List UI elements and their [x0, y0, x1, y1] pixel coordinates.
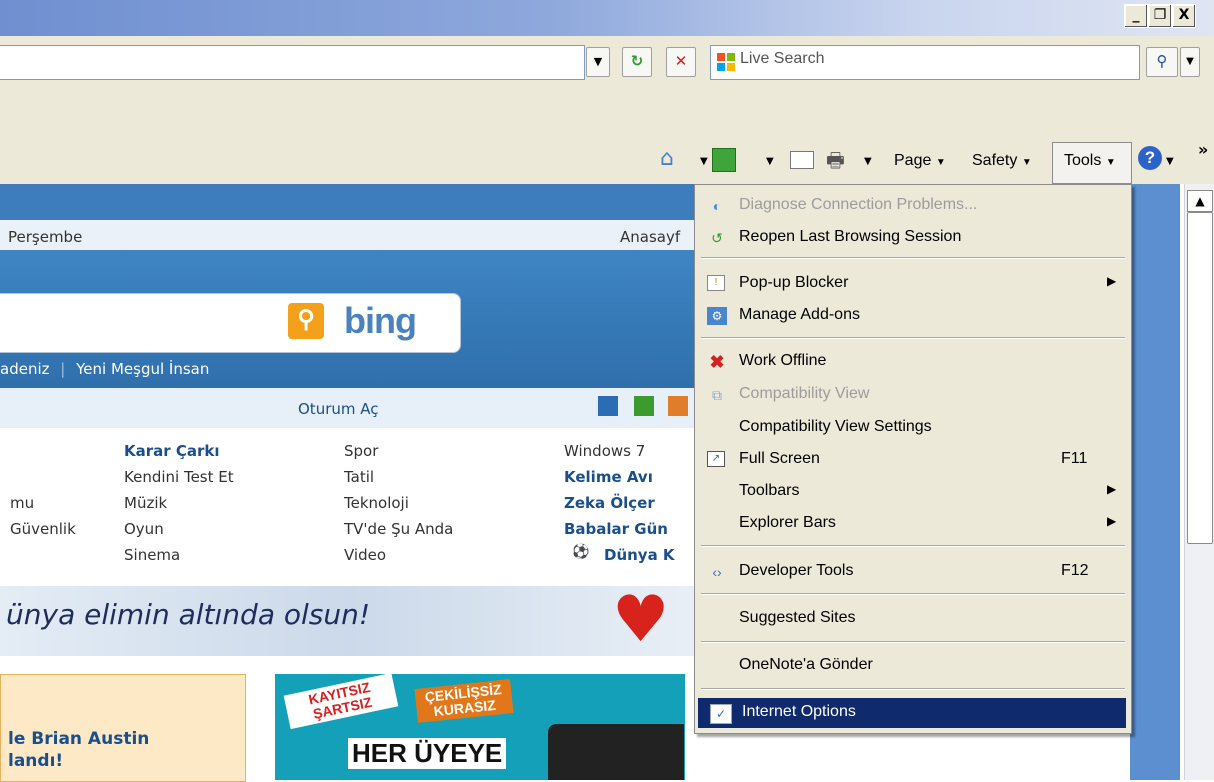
- tools-menu: ◐ Diagnose Connection Problems... ↺ Reop…: [694, 184, 1132, 734]
- menu-item-work-offline[interactable]: ✖ Work Offline: [695, 347, 1129, 377]
- scroll-up-arrow-icon[interactable]: ▲: [1187, 190, 1213, 212]
- reopen-icon: ↺: [711, 230, 723, 246]
- category-link[interactable]: Sinema: [124, 546, 180, 564]
- windows-logo-icon: [716, 52, 736, 72]
- feeds-icon[interactable]: [712, 148, 736, 172]
- stop-icon[interactable]: ✕: [666, 47, 696, 77]
- home-icon[interactable]: ⌂: [660, 146, 688, 172]
- category-link[interactable]: Teknoloji: [344, 494, 409, 512]
- address-input[interactable]: [0, 45, 585, 80]
- refresh-icon[interactable]: ↻: [622, 47, 652, 77]
- menu-item-compatibility-settings[interactable]: Compatibility View Settings: [695, 413, 1129, 443]
- menu-item-compatibility-view: ⧉ Compatibility View: [695, 380, 1129, 410]
- print-icon[interactable]: 🖶: [826, 146, 852, 172]
- submenu-arrow-icon: ▶: [1107, 514, 1117, 528]
- menu-item-internet-options[interactable]: ✓ Internet Options: [698, 698, 1126, 728]
- theme-square-orange[interactable]: [668, 396, 688, 416]
- close-button[interactable]: X: [1172, 4, 1196, 28]
- bing-logo: bing: [344, 300, 417, 341]
- football-icon: ⚽: [572, 544, 590, 560]
- devtools-icon: ‹›: [712, 564, 722, 580]
- menu-item-onenote[interactable]: OneNote'a Gönder: [695, 651, 1129, 681]
- page-right-background: [1130, 184, 1180, 780]
- menu-item-manage-addons[interactable]: ⚙ Manage Add-ons: [695, 301, 1129, 331]
- category-link[interactable]: Müzik: [124, 494, 167, 512]
- help-dropdown-arrow[interactable]: ▼: [1166, 156, 1174, 167]
- ad-headline: HER ÜYEYE: [348, 738, 507, 769]
- minimize-button[interactable]: _: [1124, 4, 1148, 28]
- menu-item-diagnose: ◐ Diagnose Connection Problems...: [695, 191, 1129, 221]
- date-row: [0, 220, 700, 251]
- search-options-button[interactable]: ▼: [1180, 47, 1200, 77]
- sub-navigation: adeniz | Yeni Meşgul İnsan: [0, 360, 210, 378]
- address-dropdown-button[interactable]: ▼: [586, 47, 610, 77]
- search-placeholder: Live Search: [740, 50, 825, 67]
- title-bar: [0, 0, 1214, 36]
- category-link[interactable]: Kendini Test Et: [124, 468, 234, 486]
- menu-item-toolbars[interactable]: Toolbars ▶: [695, 477, 1129, 507]
- category-link[interactable]: Video: [344, 546, 386, 564]
- category-link[interactable]: Güvenlik: [10, 520, 76, 538]
- search-button-icon[interactable]: ⚲: [1146, 47, 1178, 77]
- popup-blocker-icon: !: [707, 275, 725, 291]
- login-link[interactable]: Oturum Aç: [298, 400, 379, 418]
- submenu-arrow-icon: ▶: [1107, 482, 1117, 496]
- news-headline[interactable]: le Brian Austin landı!: [8, 728, 149, 772]
- scrollbar-thumb[interactable]: [1187, 212, 1213, 544]
- tools-menu-label: Tools ▼: [1064, 152, 1116, 169]
- internet-options-icon: ✓: [710, 704, 732, 724]
- category-link[interactable]: Zeka Ölçer: [564, 494, 655, 512]
- home-dropdown-arrow[interactable]: ▼: [700, 156, 708, 167]
- category-link[interactable]: Tatil: [344, 468, 374, 486]
- category-link[interactable]: Spor: [344, 442, 378, 460]
- restore-button[interactable]: ❐: [1148, 4, 1172, 28]
- menu-item-suggested-sites[interactable]: Suggested Sites: [695, 604, 1129, 634]
- banner-text: ünya elimin altında olsun!: [6, 598, 371, 631]
- theme-square-green[interactable]: [634, 396, 654, 416]
- menu-item-reopen-session[interactable]: ↺ Reopen Last Browsing Session: [695, 223, 1129, 253]
- compat-view-icon: ⧉: [712, 387, 722, 403]
- category-link[interactable]: Kelime Avı: [564, 468, 653, 486]
- subnav-link[interactable]: Yeni Meşgul İnsan: [76, 360, 209, 378]
- category-link[interactable]: Karar Çarkı: [124, 442, 220, 460]
- diagnose-icon: ◐: [712, 198, 722, 214]
- category-link[interactable]: Windows 7: [564, 442, 645, 460]
- addons-icon: ⚙: [707, 307, 727, 325]
- subnav-link[interactable]: adeniz: [0, 360, 50, 378]
- command-bar: [0, 92, 1214, 184]
- fullscreen-icon: ↗: [707, 451, 725, 467]
- home-link[interactable]: Anasayf: [620, 228, 680, 246]
- category-link[interactable]: Oyun: [124, 520, 164, 538]
- offline-icon: ✖: [709, 352, 725, 372]
- help-icon[interactable]: ?: [1138, 146, 1162, 170]
- heart-icon: ♥: [612, 583, 670, 657]
- read-mail-icon[interactable]: [790, 151, 814, 169]
- category-link[interactable]: TV'de Şu Anda: [344, 520, 453, 538]
- page-menu-button[interactable]: Page ▼: [894, 152, 946, 170]
- print-dropdown-arrow[interactable]: ▼: [864, 156, 872, 167]
- phone-image: [548, 724, 684, 780]
- menu-item-developer-tools[interactable]: ‹› Developer Tools F12: [695, 557, 1129, 587]
- bing-search-icon[interactable]: ⚲: [288, 303, 324, 339]
- menu-item-explorer-bars[interactable]: Explorer Bars ▶: [695, 509, 1129, 539]
- submenu-arrow-icon: ▶: [1107, 274, 1117, 288]
- page-header-bar: [0, 184, 700, 220]
- date-text: Perşembe: [8, 228, 83, 246]
- category-link[interactable]: Dünya K: [604, 546, 675, 564]
- menu-item-full-screen[interactable]: ↗ Full Screen F11: [695, 445, 1129, 475]
- category-link[interactable]: Babalar Gün: [564, 520, 668, 538]
- safety-menu-button[interactable]: Safety ▼: [972, 152, 1032, 170]
- category-link[interactable]: mu: [10, 494, 34, 512]
- theme-square-blue[interactable]: [598, 396, 618, 416]
- menu-item-popup-blocker[interactable]: ! Pop-up Blocker ▶: [695, 269, 1129, 299]
- feeds-dropdown-arrow[interactable]: ▼: [766, 156, 774, 167]
- more-commands-chevron-icon[interactable]: »: [1198, 140, 1208, 159]
